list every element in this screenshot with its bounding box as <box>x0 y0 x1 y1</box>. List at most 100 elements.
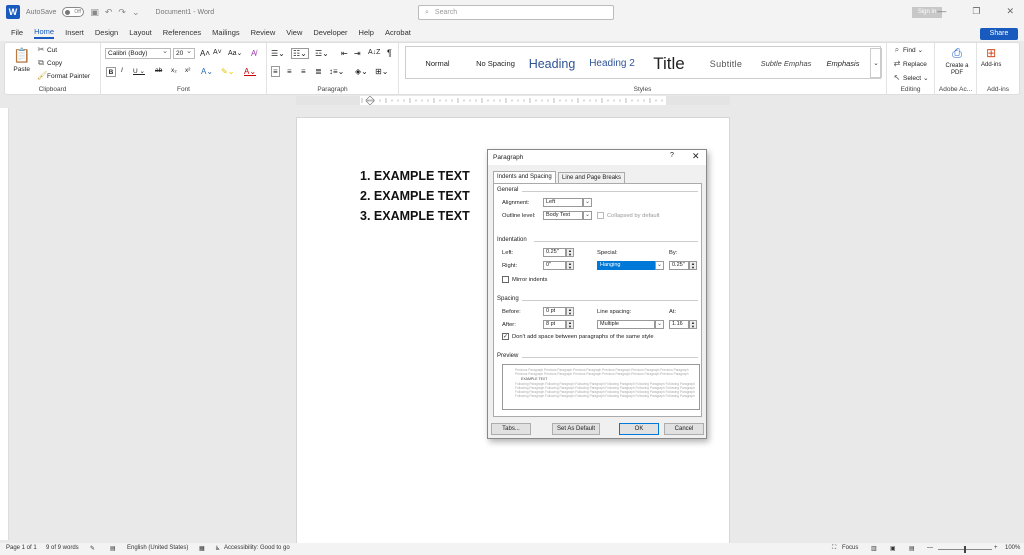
find-button[interactable]: ⌕ Find ⌄ <box>893 46 923 55</box>
replace-button[interactable]: ⇄ Replace <box>893 60 927 68</box>
share-button[interactable]: Share <box>980 28 1018 40</box>
align-center-button[interactable]: ≡ <box>287 67 292 76</box>
borders-button[interactable]: ⊞⌄ <box>375 67 388 76</box>
zoom-out-icon[interactable]: — <box>927 545 933 551</box>
show-hide-button[interactable]: ¶ <box>387 48 392 58</box>
strikethrough-button[interactable]: ab <box>155 67 162 74</box>
redo-icon[interactable]: ↷ <box>118 7 126 18</box>
cut-button[interactable]: ✂ Cut <box>37 46 57 54</box>
increase-indent-button[interactable]: ⇥ <box>354 49 361 58</box>
dont-add-space-checkbox[interactable]: ✓ <box>502 333 509 340</box>
by-input[interactable]: 0.25" <box>669 261 689 270</box>
help-icon[interactable]: ? <box>670 152 674 159</box>
spinner-icon[interactable]: ▲ ▼ <box>689 261 697 270</box>
zoom-in-icon[interactable]: + <box>994 545 998 551</box>
tab-layout[interactable]: Layout <box>129 28 152 37</box>
chevron-down-icon[interactable]: ⌄ <box>583 211 592 220</box>
justify-button[interactable]: ≣ <box>315 67 322 76</box>
change-case-button[interactable]: Aa⌄ <box>228 49 242 57</box>
left-indent-input[interactable]: 0.25" <box>543 248 566 257</box>
close-window-icon[interactable]: ✕ <box>1006 6 1014 17</box>
line-spacing-select[interactable]: Multiple <box>597 320 655 329</box>
tab-help[interactable]: Help <box>359 28 374 37</box>
tab-indents-and-spacing[interactable]: Indents and Spacing <box>493 171 556 183</box>
undo-icon[interactable]: ↶ <box>105 7 113 18</box>
focus-button[interactable]: Focus <box>842 545 858 551</box>
read-mode-icon[interactable]: ▥ <box>871 545 877 552</box>
after-input[interactable]: 8 pt <box>543 320 566 329</box>
document-list-item[interactable]: 3. EXAMPLE TEXT <box>360 209 470 223</box>
zoom-slider-thumb[interactable] <box>964 546 966 553</box>
set-as-default-button[interactable]: Set As Default <box>552 423 600 435</box>
style-heading-2[interactable]: Heading 2 <box>582 47 642 80</box>
italic-button[interactable]: I <box>121 67 123 74</box>
sort-button[interactable]: A↓Z <box>368 49 380 56</box>
tab-developer[interactable]: Developer <box>313 28 347 37</box>
align-right-button[interactable]: ≡ <box>301 67 306 76</box>
underline-button[interactable]: U ⌄ <box>133 67 145 75</box>
save-icon[interactable]: ▣ <box>90 7 99 18</box>
style-normal[interactable]: Normal <box>410 47 465 80</box>
accessibility-status[interactable]: Accessibility: Good to go <box>224 545 290 551</box>
highlight-button[interactable]: ✎⌄ <box>221 67 234 76</box>
spinner-icon[interactable]: ▲ ▼ <box>566 248 574 257</box>
at-input[interactable]: 1.16 <box>669 320 689 329</box>
bold-button[interactable]: B <box>106 67 116 77</box>
collapsed-checkbox[interactable] <box>597 212 604 219</box>
copy-button[interactable]: ⧉ Copy <box>37 59 62 67</box>
shading-button[interactable]: ◈⌄ <box>355 67 368 76</box>
font-name-combo[interactable]: Calibri (Body) <box>105 47 171 59</box>
numbering-button[interactable]: ☷⌄ <box>291 48 309 59</box>
proofing-icon[interactable]: ✎ <box>90 545 95 552</box>
word-count[interactable]: 9 of 9 words <box>46 545 79 551</box>
restore-icon[interactable]: ❐ <box>972 6 980 17</box>
outline-level-select[interactable]: Body Text <box>543 211 583 220</box>
focus-icon[interactable]: ⛶ <box>832 545 836 552</box>
style-subtitle[interactable]: Subtitle <box>696 47 756 80</box>
document-list-item[interactable]: 1. EXAMPLE TEXT <box>360 169 470 183</box>
select-button[interactable]: ↖ Select ⌄ <box>893 74 929 83</box>
tab-line-and-page-breaks[interactable]: Line and Page Breaks <box>558 172 626 183</box>
tab-file[interactable]: File <box>11 28 23 37</box>
spinner-icon[interactable]: ▲ ▼ <box>689 320 697 329</box>
vertical-ruler[interactable] <box>0 108 9 540</box>
customize-quick-access-icon[interactable]: ⌄ <box>132 7 140 18</box>
styles-more-button[interactable]: ⌄ <box>870 48 882 78</box>
tab-references[interactable]: References <box>163 28 201 37</box>
paste-button[interactable]: 📋 Paste <box>13 47 30 73</box>
before-input[interactable]: 0 pt <box>543 307 566 316</box>
shrink-font-button[interactable]: A˅ <box>213 49 222 56</box>
subscript-button[interactable]: x₂ <box>171 67 177 74</box>
font-color-button[interactable]: A⌄ <box>244 67 256 76</box>
style-title[interactable]: Title <box>644 47 694 80</box>
print-layout-icon[interactable]: ▣ <box>890 545 896 552</box>
web-layout-icon[interactable]: ▤ <box>909 545 915 552</box>
text-predictions-icon[interactable]: ▤ <box>110 545 116 552</box>
right-indent-input[interactable]: 0" <box>543 261 566 270</box>
tab-review[interactable]: Review <box>251 28 276 37</box>
spinner-icon[interactable]: ▲ ▼ <box>566 320 574 329</box>
tab-insert[interactable]: Insert <box>65 28 84 37</box>
autosave-toggle[interactable]: Off <box>62 7 85 17</box>
tab-acrobat[interactable]: Acrobat <box>385 28 411 37</box>
style-emphasis[interactable]: Emphasis <box>818 47 868 80</box>
superscript-button[interactable]: x² <box>185 67 190 74</box>
create-pdf-button[interactable]: ⎙ Create a PDF <box>941 46 973 77</box>
search-box[interactable]: ⌕ Search <box>418 5 614 20</box>
ok-button[interactable]: OK <box>619 423 659 435</box>
format-painter-button[interactable]: 🖌 Format Painter <box>37 72 90 80</box>
spinner-icon[interactable]: ▲ ▼ <box>566 307 574 316</box>
language-status[interactable]: English (United States) <box>127 545 188 551</box>
alignment-select[interactable]: Left <box>543 198 583 207</box>
style-no-spacing[interactable]: No Spacing <box>468 47 523 80</box>
tabs-button[interactable]: Tabs... <box>491 423 531 435</box>
align-left-button[interactable]: ≡ <box>271 66 280 77</box>
mirror-indents-checkbox[interactable] <box>502 276 509 283</box>
decrease-indent-button[interactable]: ⇤ <box>341 49 348 58</box>
accessibility-icon[interactable]: ▦ <box>199 545 205 552</box>
document-list-item[interactable]: 2. EXAMPLE TEXT <box>360 189 470 203</box>
style-subtle-emphasis[interactable]: Subtle Emphas <box>756 47 816 80</box>
page-count[interactable]: Page 1 of 1 <box>6 545 37 551</box>
special-select[interactable]: Hanging <box>597 261 655 270</box>
tab-mailings[interactable]: Mailings <box>212 28 240 37</box>
